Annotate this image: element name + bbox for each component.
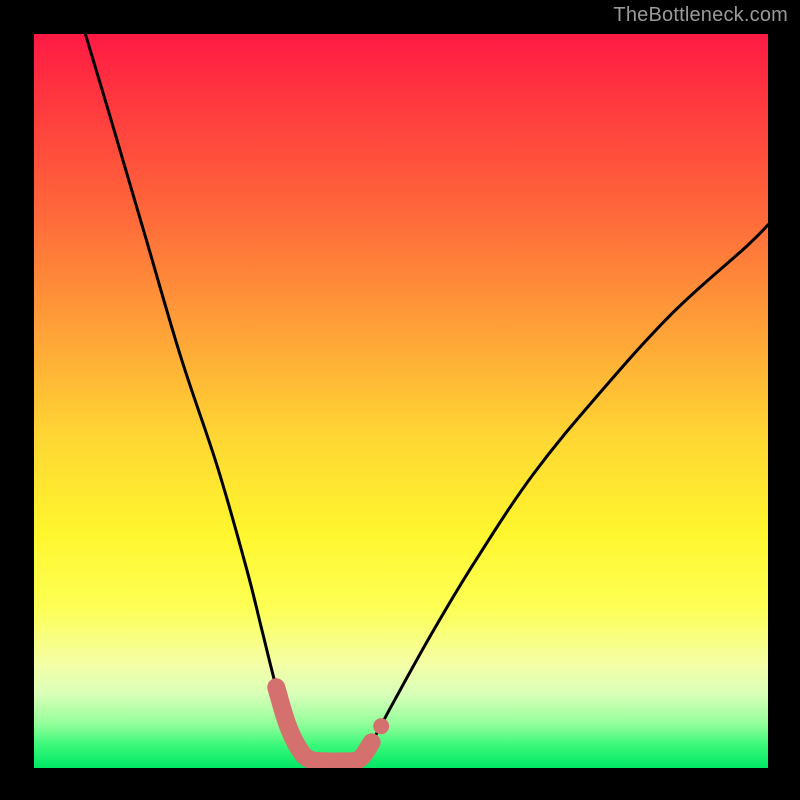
curve-layer — [34, 34, 768, 768]
bottom-highlight — [276, 687, 371, 761]
watermark-text: TheBottleneck.com — [613, 4, 788, 27]
marker-dot — [373, 718, 389, 734]
bottleneck-curve — [85, 34, 768, 762]
chart-frame: TheBottleneck.com — [0, 0, 800, 800]
plot-area — [34, 34, 768, 768]
